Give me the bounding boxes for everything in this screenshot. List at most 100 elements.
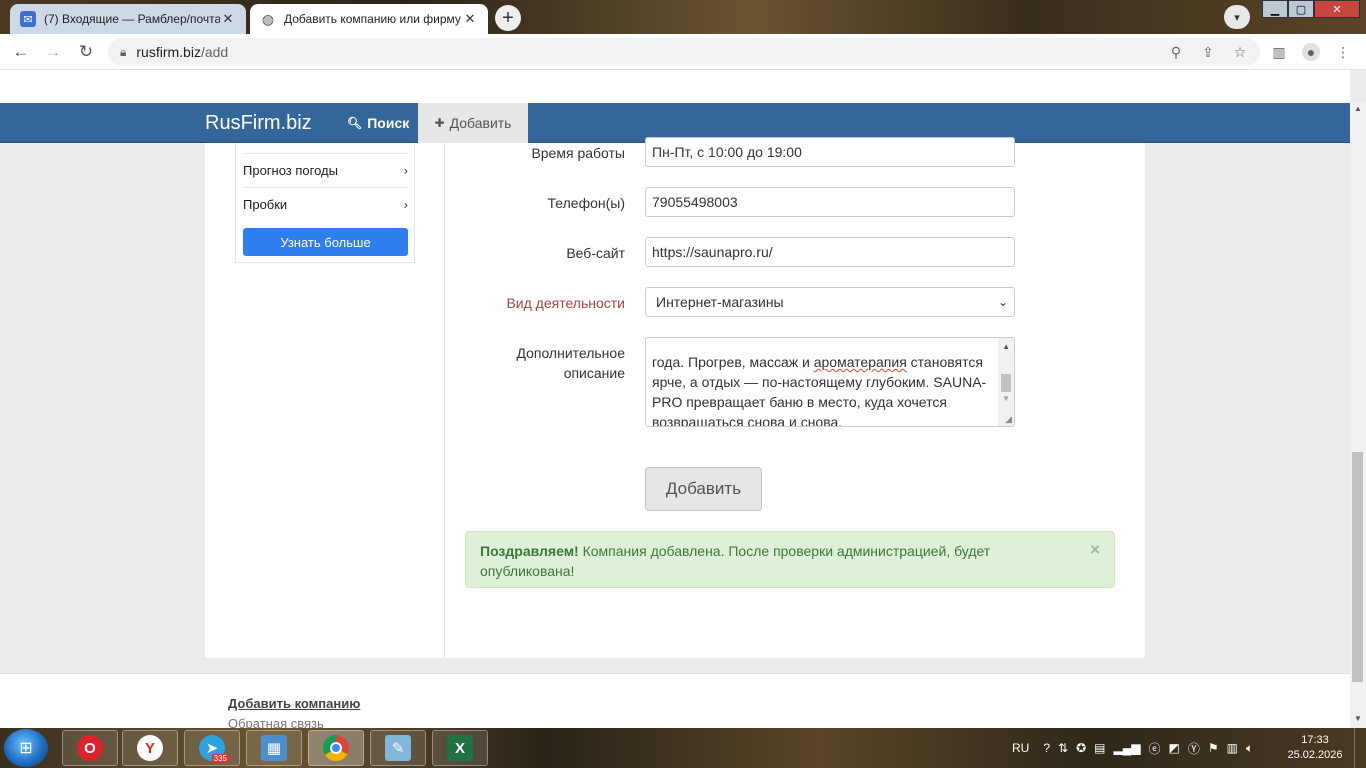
tab-rambler-mail[interactable]: ✉ (7) Входящие — Рамблер/почта ✕	[10, 4, 246, 34]
footer-feedback-link[interactable]: Обратная связь	[228, 716, 324, 728]
page-top-area	[0, 70, 1350, 103]
address-bar[interactable]: 🔒︎ rusfirm.biz/add	[108, 38, 1260, 66]
website-label: Веб-сайт	[566, 245, 625, 261]
hours-value: Пн-Пт, с 10:00 до 19:00	[652, 144, 802, 160]
website-value: https://saunapro.ru/	[652, 244, 773, 260]
activity-value: Интернет-магазины	[656, 294, 784, 310]
help-icon[interactable]: ?	[1043, 741, 1050, 755]
tray-app-icon[interactable]: ◩	[1168, 741, 1179, 755]
lock-icon: 🔒︎	[120, 44, 127, 59]
nav-search-link[interactable]: 🔍︎ Поиск	[335, 103, 421, 143]
activity-label: Вид деятельности	[506, 295, 625, 311]
page-scroll-thumb[interactable]	[1352, 452, 1363, 682]
windows-taskbar: ⊞ O Y ➤ 335 ▦ ✎ X RU ? ⇅ ✪ ▤ ▂▄▆ ⓔ ◩ Ⓨ ⚑…	[0, 728, 1366, 768]
signal-icon[interactable]: ▂▄▆	[1114, 741, 1141, 755]
nav-add-label: Добавить	[449, 115, 512, 131]
website-input[interactable]: https://saunapro.ru/	[645, 237, 1015, 267]
alert-strong: Поздравляем!	[480, 543, 579, 559]
taskbar-control-panel[interactable]: ▦	[246, 730, 302, 766]
share-icon[interactable]: ⇪	[1199, 43, 1217, 61]
taskbar-clock[interactable]: 17:33 25.02.2026	[1285, 733, 1345, 763]
site-footer: Добавить компанию Обратная связь	[0, 673, 1350, 728]
taskbar-excel[interactable]: X	[432, 730, 488, 766]
window-close-button[interactable]: ✕	[1314, 0, 1360, 18]
close-icon[interactable]: ✕	[462, 11, 478, 27]
menu-kebab-icon[interactable]: ⋮	[1334, 43, 1352, 61]
globe-icon: ◍	[261, 10, 275, 27]
scroll-up-arrow-icon[interactable]: ▲	[1354, 104, 1362, 113]
phone-input[interactable]: 79055498003	[645, 187, 1015, 217]
tab-search-button[interactable]: ▾	[1224, 5, 1250, 29]
taskbar-notepad[interactable]: ✎	[370, 730, 426, 766]
phone-label: Телефон(ы)	[547, 195, 625, 211]
hours-input[interactable]: Пн-Пт, с 10:00 до 19:00	[645, 137, 1015, 167]
description-label: Дополнительное описание	[475, 343, 625, 383]
alert-close-icon[interactable]: ×	[1090, 540, 1100, 560]
hours-label: Время работы	[531, 145, 625, 161]
browser-toolbar: ← → ↻ 🔒︎ rusfirm.biz/add ⚲ ⇪ ☆ ▥ ● ⋮	[0, 34, 1366, 70]
clock-date: 25.02.2026	[1287, 749, 1343, 761]
side-panel-icon[interactable]: ▥	[1270, 43, 1288, 61]
tab-title: Добавить компанию или фирму	[284, 12, 461, 26]
sidebar-item-label: Прогноз погоды	[243, 163, 338, 178]
textarea-scroll-thumb[interactable]	[1001, 374, 1011, 392]
forward-icon[interactable]: →	[42, 41, 64, 63]
reload-icon[interactable]: ↻	[75, 41, 97, 63]
footer-add-company-link[interactable]: Добавить компанию	[228, 696, 360, 711]
scroll-down-arrow-icon[interactable]: ▼	[1354, 714, 1362, 723]
page-viewport: RusFirm.biz 🔍︎ Поиск ✚ Добавить Прогноз …	[0, 70, 1350, 728]
browser-tab-strip: ✉ (7) Входящие — Рамблер/почта ✕ ◍ Добав…	[0, 0, 1366, 34]
network-icon[interactable]: ▥	[1227, 741, 1238, 755]
bookmark-star-icon[interactable]: ☆	[1231, 43, 1249, 61]
sidebar-item-traffic[interactable]: Пробки ›	[243, 187, 408, 221]
page-scrollbar[interactable]: ▲ ▼	[1350, 102, 1366, 728]
clipboard-icon[interactable]: ▤	[1094, 741, 1105, 755]
sidebar-item-label: Пробки	[243, 197, 288, 212]
chevron-down-icon: ⌄	[997, 295, 1008, 309]
excel-icon: X	[447, 735, 473, 761]
language-indicator[interactable]: RU	[1012, 741, 1029, 755]
taskbar-opera[interactable]: O	[62, 730, 118, 766]
new-tab-button[interactable]: +	[495, 5, 521, 31]
sidebar-item-weather[interactable]: Прогноз погоды ›	[243, 153, 408, 187]
site-brand[interactable]: RusFirm.biz	[205, 112, 312, 135]
success-alert: Поздравляем! Компания добавлена. После п…	[465, 531, 1115, 588]
show-desktop-button[interactable]	[1354, 728, 1366, 768]
flag-icon[interactable]: ⚑	[1208, 741, 1219, 755]
activity-select[interactable]: Интернет-магазины ⌄	[645, 287, 1015, 317]
antivirus-icon[interactable]: ✪	[1076, 741, 1086, 755]
profile-icon[interactable]: ●	[1302, 43, 1320, 61]
chevron-right-icon: ›	[403, 197, 408, 212]
mail-icon: ✉	[20, 11, 36, 27]
yandex-tray-icon[interactable]: Ⓨ	[1188, 740, 1200, 757]
learn-more-button[interactable]: Узнать больше	[243, 228, 408, 256]
tray-arrows-icon[interactable]: ⇅	[1058, 741, 1068, 755]
notepad-icon: ✎	[385, 735, 411, 761]
sidebar-widget: Прогноз погоды › Пробки › Узнать больше	[235, 143, 415, 263]
back-icon[interactable]: ←	[10, 41, 32, 63]
taskbar-chrome[interactable]	[308, 730, 364, 766]
description-textarea[interactable]: года. Прогрев, массаж и ароматерапия ста…	[645, 337, 1015, 427]
scroll-up-arrow-icon[interactable]: ▲	[1002, 342, 1010, 351]
resize-grip-icon[interactable]: ◢	[1005, 414, 1012, 425]
windows-start-button[interactable]: ⊞	[4, 729, 48, 767]
search-icon: 🔍︎	[347, 116, 363, 130]
misspelled-word: ароматерапия	[813, 354, 907, 370]
nav-search-label: Поиск	[367, 115, 410, 131]
maximize-button[interactable]: ▢	[1288, 0, 1314, 18]
taskbar-yandex-browser[interactable]: Y	[122, 730, 178, 766]
phone-value: 79055498003	[652, 194, 738, 210]
e-app-icon[interactable]: ⓔ	[1148, 740, 1160, 757]
clock-time: 17:33	[1301, 734, 1329, 746]
minimize-button[interactable]: ▁	[1262, 0, 1288, 18]
taskbar-telegram[interactable]: ➤ 335	[184, 730, 240, 766]
scroll-down-arrow-icon[interactable]: ▼	[1002, 394, 1010, 403]
volume-icon[interactable]: 🔈︎	[1246, 741, 1253, 756]
location-icon[interactable]: ⚲	[1167, 43, 1185, 61]
tab-add-company[interactable]: ◍ Добавить компанию или фирму ✕	[250, 4, 488, 34]
opera-icon: O	[77, 735, 103, 761]
nav-add-link[interactable]: ✚ Добавить	[418, 103, 528, 143]
submit-add-button[interactable]: Добавить	[645, 467, 762, 511]
close-icon[interactable]: ✕	[220, 11, 236, 27]
description-text: года. Прогрев, массаж и ароматерапия ста…	[652, 354, 987, 427]
